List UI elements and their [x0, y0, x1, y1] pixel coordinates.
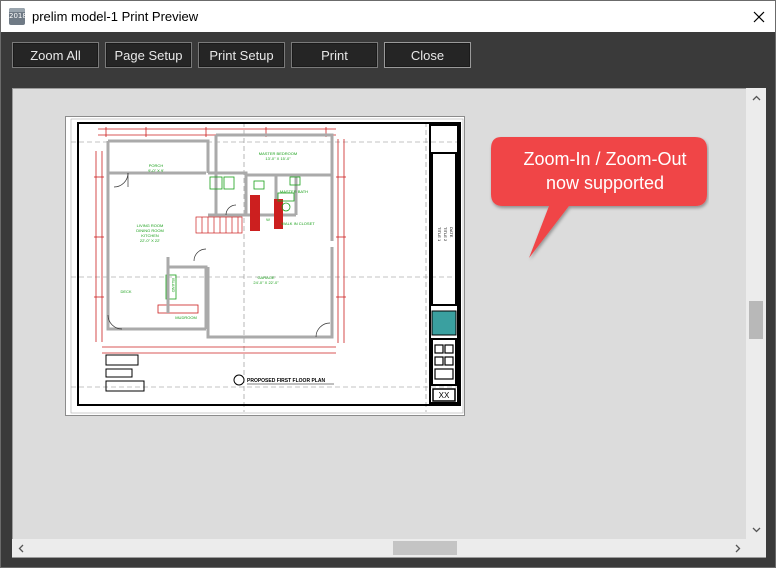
- scroll-down-arrow[interactable]: [748, 522, 764, 538]
- chevron-up-icon: [752, 95, 760, 101]
- app-icon-text: 2018: [9, 12, 27, 20]
- horizontal-scrollbar[interactable]: [12, 539, 746, 557]
- scroll-left-arrow[interactable]: [13, 540, 29, 556]
- chevron-down-icon: [752, 527, 760, 533]
- close-icon: [753, 11, 765, 22]
- floor-plan-drawing: XX TITLE 1 TITLE 2 DATE PORCH 9'-0" X 9'…: [70, 118, 464, 414]
- title-block-line-3: DATE: [449, 227, 454, 238]
- scroll-right-arrow[interactable]: [730, 540, 746, 556]
- scrollbar-corner: [746, 539, 766, 557]
- north-arrow-icon: [233, 374, 245, 386]
- title-block-line-1: TITLE 1: [437, 227, 442, 242]
- app-icon: 2018: [9, 8, 27, 25]
- label-walk-in-closet: WALK IN CLOSET: [281, 221, 315, 226]
- chevron-right-icon: [735, 544, 741, 552]
- title-block-line-2: TITLE 2: [443, 227, 448, 242]
- page-setup-button[interactable]: Page Setup: [105, 42, 192, 68]
- label-w: W: [266, 217, 270, 222]
- vertical-scroll-thumb[interactable]: [749, 301, 763, 339]
- horizontal-scroll-thumb[interactable]: [393, 541, 457, 555]
- zoom-all-button[interactable]: Zoom All: [12, 42, 99, 68]
- print-button[interactable]: Print: [291, 42, 378, 68]
- label-mudroom: MUDROOM: [175, 315, 197, 320]
- label-master-bedroom-size: 13'-0" X 15'-0": [265, 156, 291, 161]
- label-living-size: 22'-0" X 22': [140, 238, 161, 243]
- callout-line-2: now supported: [545, 173, 665, 193]
- label-garage-size: 24'-0" X 22'-0": [253, 280, 279, 285]
- print-page: XX TITLE 1 TITLE 2 DATE PORCH 9'-0" X 9'…: [65, 116, 465, 416]
- toolbar: Zoom All Page Setup Print Setup Print Cl…: [1, 32, 775, 80]
- close-button[interactable]: Close: [384, 42, 471, 68]
- sheet-number: XX: [439, 391, 450, 400]
- scroll-up-arrow[interactable]: [748, 90, 764, 106]
- label-deck: DECK: [120, 289, 131, 294]
- plan-title: PROPOSED FIRST FLOOR PLAN: [247, 378, 325, 384]
- chevron-left-icon: [18, 544, 24, 552]
- print-preview-window: 2018 prelim model-1 Print Preview Zoom A…: [0, 0, 776, 568]
- window-title: prelim model-1 Print Preview: [32, 9, 199, 24]
- callout-text: Zoom-In / Zoom-Out now supported: [491, 147, 719, 207]
- title-bar: 2018 prelim model-1 Print Preview: [1, 1, 775, 32]
- callout-line-1: Zoom-In / Zoom-Out: [523, 149, 687, 169]
- print-setup-button[interactable]: Print Setup: [198, 42, 285, 68]
- close-window-button[interactable]: [743, 1, 775, 32]
- label-master-bath: MASTER BATH: [280, 189, 308, 194]
- label-island: ISLAND: [171, 278, 176, 293]
- label-porch-size: 9'-0" X 9': [148, 168, 164, 173]
